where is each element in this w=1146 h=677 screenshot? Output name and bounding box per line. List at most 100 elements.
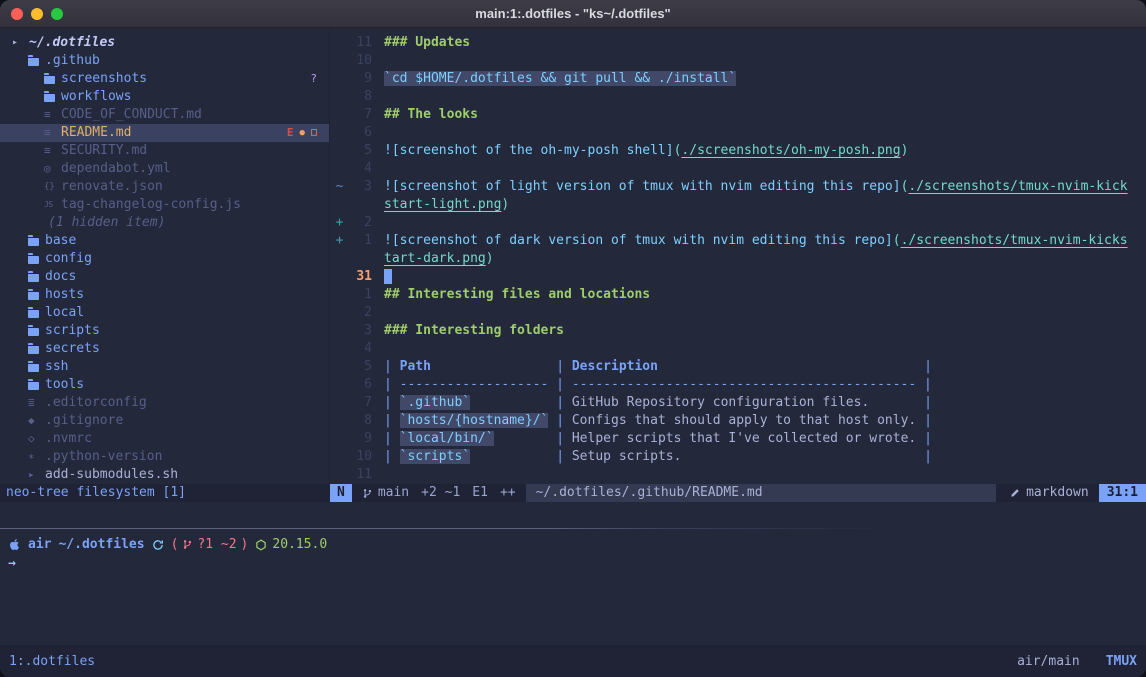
tree-item-ssh[interactable]: ssh [0,358,329,376]
editor-pane[interactable]: 11### Updates109`cd $HOME/.dotfiles && g… [330,28,1146,484]
tree-item-security.md[interactable]: ≡SECURITY.md [0,142,329,160]
tree-item-label: .python-version [45,448,162,466]
editor-line[interactable]: 6| ------------------- | ---------------… [330,376,1146,394]
tree-item-.editorconfig[interactable]: ≣.editorconfig [0,394,329,412]
line-number: 10 [346,52,372,70]
tmux-session-name: air/main [1017,654,1080,669]
line-number: 5 [346,358,372,376]
line-number: 8 [346,412,372,430]
tree-item-hosts[interactable]: hosts [0,286,329,304]
folder-icon [28,232,45,250]
line-text: ### Interesting folders [384,322,564,340]
editor-line[interactable]: 5| Path | Description | [330,358,1146,376]
editor-line[interactable]: 11 [330,466,1146,484]
editor-line[interactable]: 9| `local/bin/` | Helper scripts that I'… [330,430,1146,448]
tree-item-label: (1 hidden item) [48,214,165,232]
tree-item-tag-changelog-config.js[interactable]: JStag-changelog-config.js [0,196,329,214]
gitsign-add-icon: + [333,232,346,250]
editor-line[interactable]: +2 [330,214,1146,232]
line-text: ![screenshot of the oh-my-posh shell](./… [384,142,908,160]
editor-line[interactable]: ~3![screenshot of light version of tmux … [330,178,1146,196]
editor-line[interactable]: 10 [330,52,1146,70]
tree-item-local[interactable]: local [0,304,329,322]
editor-line[interactable]: 2 [330,304,1146,322]
close-button[interactable] [11,8,23,20]
tree-item--1-hidden-item-[interactable]: (1 hidden item) [0,214,329,232]
tree-item-renovate.json[interactable]: {}renovate.json [0,178,329,196]
line-text [384,268,392,286]
gitsign-column [333,376,346,394]
shell-prompt-line: air ~/.dotfiles ( ?1 ~2 ) 20.15.0 [8,535,1146,554]
editor-line[interactable]: 8| `hosts/{hostname}/` | Configs that sh… [330,412,1146,430]
editor-line[interactable]: 10| `scripts` | Setup scripts. | [330,448,1146,466]
apple-icon [8,538,21,551]
minimize-button[interactable] [31,8,43,20]
editor-line[interactable]: 7| `.github` | GitHub Repository configu… [330,394,1146,412]
tree-item-base[interactable]: base [0,232,329,250]
node-version-label: 20.15.0 [272,535,327,554]
zoom-button[interactable] [51,8,63,20]
gitsign-column [333,448,346,466]
line-number: 8 [346,88,372,106]
tree-item-.nvmrc[interactable]: ◇.nvmrc [0,430,329,448]
tree-item-label: secrets [45,340,100,358]
tree-item-docs[interactable]: docs [0,268,329,286]
gitsign-column [333,412,346,430]
tree-item-workflows[interactable]: workflows [0,88,329,106]
mode-indicator: N [330,484,352,502]
tree-item-.github[interactable]: .github [0,52,329,70]
editor-line[interactable]: 11### Updates [330,34,1146,52]
git-status-counts: ?1 ~2 [197,535,236,554]
editor-line[interactable]: 7## The looks [330,106,1146,124]
editor-line[interactable]: 31 [330,268,1146,286]
line-number: 11 [346,466,372,484]
editor-line[interactable]: 1## Interesting files and locations [330,286,1146,304]
tree-item-label: config [45,250,92,268]
line-number: 2 [346,304,372,322]
editor-line[interactable]: 6 [330,124,1146,142]
tree-item-code_of_conduct.md[interactable]: ≡CODE_OF_CONDUCT.md [0,106,329,124]
tree-item-.gitignore[interactable]: ◆.gitignore [0,412,329,430]
diagnostics-count: E1 [472,484,488,502]
editor-line[interactable]: 4 [330,340,1146,358]
editor-line[interactable]: +1 ![screenshot of dark version of tmux w… [330,232,1146,250]
line-number: 11 [346,34,372,52]
arrow-icon: ▸ [12,34,29,52]
editor-line[interactable]: 9`cd $HOME/.dotfiles && git pull && ./in… [330,70,1146,88]
editor-line[interactable]: start-light.png) [330,196,1146,214]
line-number: 7 [346,394,372,412]
tree-item-tools[interactable]: tools [0,376,329,394]
tmux-window-tab[interactable]: 1:.dotfiles [9,654,95,669]
terminal-pane[interactable]: air ~/.dotfiles ( ?1 ~2 ) 20.15.0 → [0,529,1146,645]
folder-icon [28,52,45,70]
git-status-close-paren: ) [241,535,249,554]
tree-item-dependabot.yml[interactable]: ◎dependabot.yml [0,160,329,178]
tree-item-.python-version[interactable]: ∗.python-version [0,448,329,466]
line-text: ![screenshot of dark version of tmux wit… [384,232,1128,250]
tree-item-label: renovate.json [61,178,163,196]
editor-line[interactable]: tart-dark.png) [330,250,1146,268]
folder-icon [28,376,45,394]
prompt-host: air [28,535,51,554]
tree-item-scripts[interactable]: scripts [0,322,329,340]
gitsign-column [333,142,346,160]
tree-item-readme.md[interactable]: ≡README.mdE●□ [0,124,329,142]
tree-item--.dotfiles[interactable]: ▸~/.dotfiles [0,34,329,52]
editor-line[interactable]: 5![screenshot of the oh-my-posh shell](.… [330,142,1146,160]
tree-item-label: local [45,304,84,322]
git-branch-name: main [378,484,409,502]
tree-item-add-submodules.sh[interactable]: ▸add-submodules.sh [0,466,329,484]
gitsign-column [333,268,346,286]
tree-item-screenshots[interactable]: screenshots? [0,70,329,88]
tree-item-secrets[interactable]: secrets [0,340,329,358]
doc-icon: ≡ [44,106,61,124]
editor-line[interactable]: 3### Interesting folders [330,322,1146,340]
gitsign-column [333,322,346,340]
editor-line[interactable]: 4 [330,160,1146,178]
line-number: 7 [346,106,372,124]
folder-icon [44,70,61,88]
tree-item-config[interactable]: config [0,250,329,268]
editor-line[interactable]: 8 [330,88,1146,106]
shell-input-line[interactable]: → [8,554,1146,573]
line-number: 1 [346,232,372,250]
